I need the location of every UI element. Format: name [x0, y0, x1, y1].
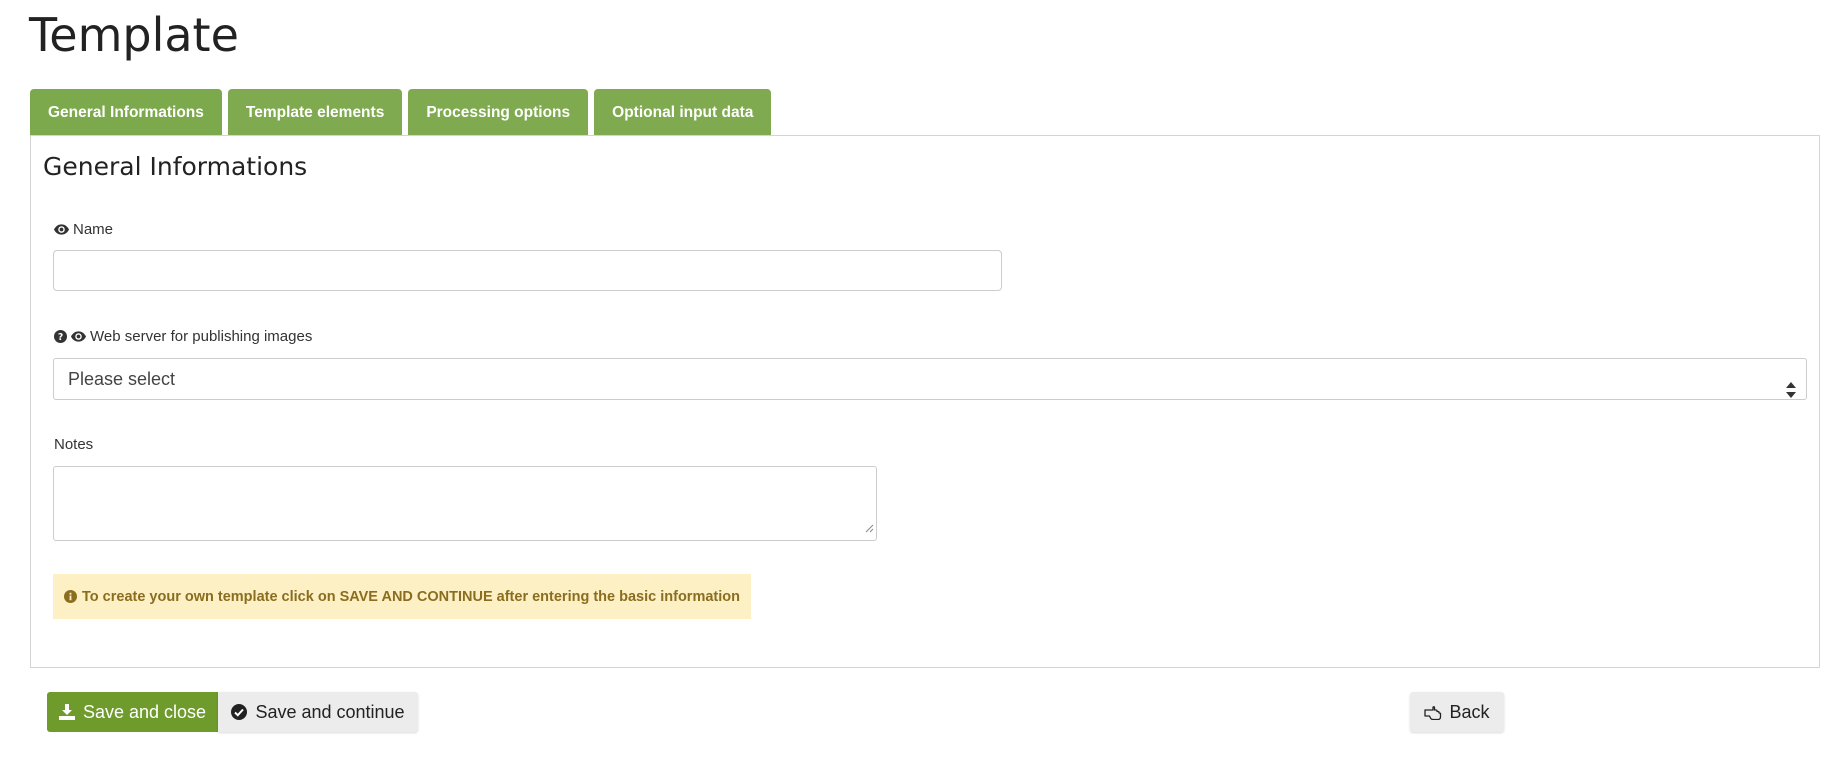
- eye-icon: [71, 331, 86, 342]
- info-alert-text: To create your own template click on SAV…: [82, 588, 740, 605]
- resize-handle-icon[interactable]: [865, 520, 874, 538]
- info-alert: To create your own template click on SAV…: [53, 574, 751, 619]
- download-icon: [58, 704, 75, 720]
- general-informations-panel: General Informations Name ? Web server f…: [30, 135, 1820, 668]
- check-circle-icon: [231, 704, 248, 720]
- webserver-select[interactable]: Please select: [53, 358, 1807, 400]
- name-label: Name: [54, 221, 113, 238]
- tab-optional-input-data[interactable]: Optional input data: [594, 89, 772, 136]
- panel-title: General Informations: [43, 152, 308, 181]
- notes-label-text: Notes: [54, 436, 94, 453]
- save-and-close-button[interactable]: Save and close: [47, 692, 218, 732]
- notes-label: Notes: [54, 436, 93, 453]
- name-label-text: Name: [73, 221, 114, 238]
- tab-general-informations[interactable]: General Informations: [30, 89, 222, 136]
- sort-arrows-icon: [1786, 372, 1796, 412]
- tab-bar: General Informations Template elements P…: [30, 89, 772, 136]
- eye-icon: [54, 224, 69, 235]
- webserver-label-text: Web server for publishing images: [90, 328, 313, 345]
- notes-textarea[interactable]: [53, 466, 877, 541]
- save-and-continue-label: Save and continue: [255, 701, 405, 722]
- save-and-close-label: Save and close: [82, 701, 207, 722]
- webserver-select-value: Please select: [68, 369, 176, 389]
- back-button[interactable]: Back: [1410, 692, 1504, 732]
- back-label: Back: [1449, 701, 1490, 722]
- svg-text:?: ?: [58, 332, 63, 343]
- question-circle-icon[interactable]: ?: [54, 330, 67, 343]
- hand-pointer-left-icon: [1424, 704, 1442, 720]
- tab-processing-options[interactable]: Processing options: [408, 89, 589, 136]
- name-input[interactable]: [53, 250, 1002, 291]
- page-title: Template: [29, 8, 239, 62]
- tab-template-elements[interactable]: Template elements: [227, 89, 403, 136]
- save-and-continue-button[interactable]: Save and continue: [218, 692, 418, 732]
- info-circle-icon: [64, 590, 77, 603]
- webserver-label: ? Web server for publishing images: [54, 328, 312, 345]
